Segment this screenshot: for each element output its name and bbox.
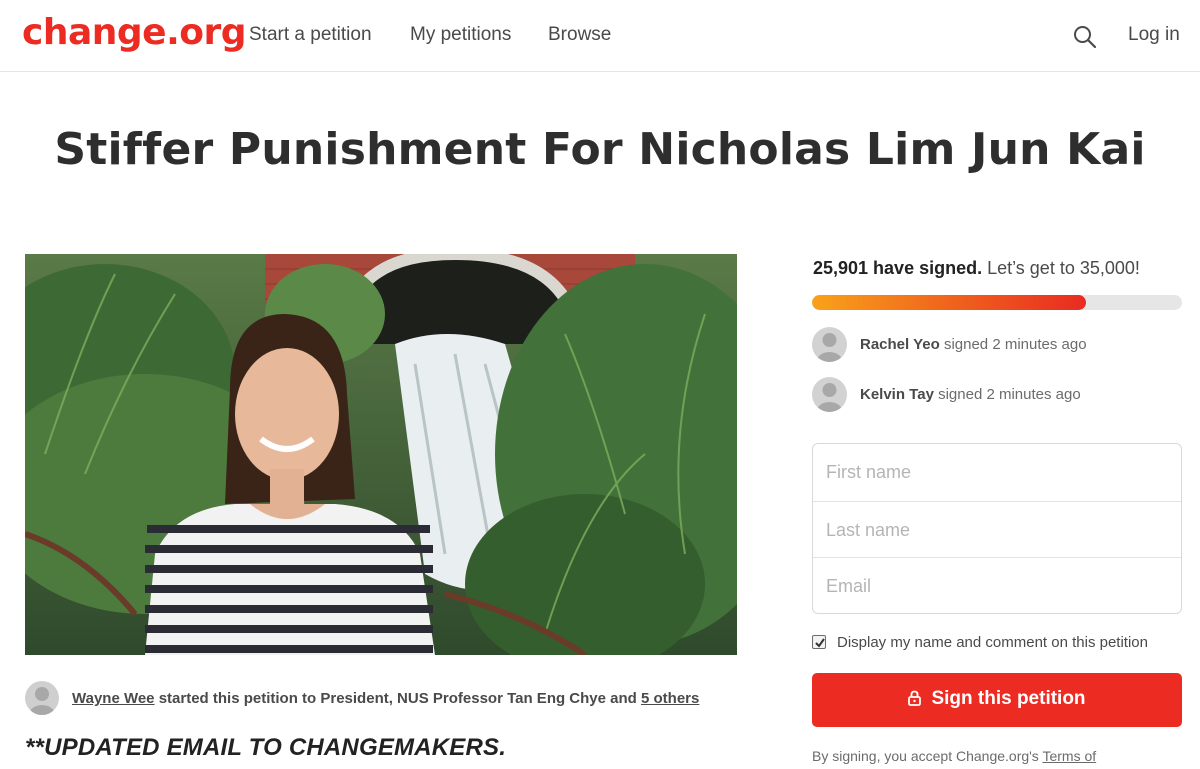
signer-name: Rachel Yeo [860,336,940,353]
consent-label: Display my name and comment on this peti… [837,634,1148,651]
signature-progress-bar [812,295,1182,310]
nav-my-petitions[interactable]: My petitions [410,24,511,46]
recent-signer: Rachel Yeo signed 2 minutes ago [812,327,1192,363]
signature-goal-text: Let’s get to 35,000! [982,258,1140,278]
site-header: change.org Start a petition My petitions… [0,0,1200,72]
signer-text: Kelvin Tay signed 2 minutes ago [860,386,1081,403]
terms-link[interactable]: Terms of [1042,748,1096,764]
sign-petition-button[interactable]: Sign this petition [812,673,1182,727]
lock-icon [908,690,922,712]
avatar [812,327,847,362]
petition-photo [25,254,737,655]
sign-form [812,443,1182,614]
first-name-field[interactable] [813,444,1181,501]
nav-browse[interactable]: Browse [548,24,611,46]
signature-progress-fill [812,295,1086,310]
signer-action: signed 2 minutes ago [933,386,1081,403]
signer-name: Kelvin Tay [860,386,934,403]
updated-heading: **UPDATED EMAIL TO CHANGEMAKERS. [25,734,507,761]
display-name-checkbox[interactable] [812,635,826,649]
terms-prefix: By signing, you accept Change.org's [812,748,1043,764]
login-link[interactable]: Log in [1128,24,1180,46]
terms-notice: By signing, you accept Change.org's Term… [812,748,1096,764]
search-icon[interactable] [1072,24,1098,50]
recent-signer: Kelvin Tay signed 2 minutes ago [812,377,1192,413]
petition-starter-line: Wayne Wee started this petition to Presi… [72,690,699,707]
sign-button-label: Sign this petition [931,688,1086,709]
signed-count-text: 25,901 have signed. [813,258,983,278]
email-field[interactable] [813,557,1181,614]
avatar [812,377,847,412]
signer-text: Rachel Yeo signed 2 minutes ago [860,336,1087,353]
petition-title: Stiffer Punishment For Nicholas Lim Jun … [54,124,1146,175]
starter-name-link[interactable]: Wayne Wee [72,690,155,707]
checkmark-icon [815,638,825,648]
signature-count: 25,901 have signed. Let’s get to 35,000! [813,258,1140,279]
starter-avatar[interactable] [25,681,59,715]
nav-start-petition[interactable]: Start a petition [249,24,372,46]
change-org-logo[interactable]: change.org [22,12,247,53]
last-name-field[interactable] [813,501,1181,558]
others-link[interactable]: 5 others [641,690,699,707]
signer-action: signed 2 minutes ago [939,336,1087,353]
starter-middle-text: started this petition to President, NUS … [154,690,641,707]
